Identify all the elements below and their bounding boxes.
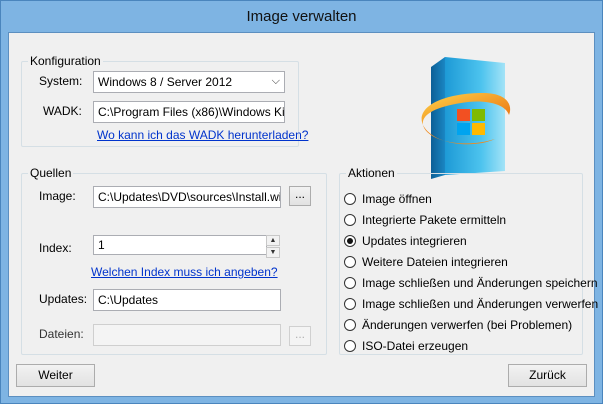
updates-path-field[interactable]: C:\Updates [93, 289, 281, 311]
action-option-label: ISO-Datei erzeugen [362, 339, 469, 353]
radio-empty-icon[interactable] [344, 340, 356, 352]
windows-box-logo [421, 57, 511, 179]
next-button[interactable]: Weiter [16, 364, 95, 387]
radio-empty-icon[interactable] [344, 256, 356, 268]
image-path-field[interactable]: C:\Updates\DVD\sources\Install.wim [93, 186, 281, 208]
radio-selected-icon[interactable] [344, 235, 356, 247]
config-legend: Konfiguration [28, 54, 103, 68]
action-option-label: Image schließen und Änderungen speichern [362, 276, 598, 290]
window-title: Image verwalten [246, 8, 357, 25]
index-field[interactable]: 1 [93, 235, 267, 255]
radio-empty-icon[interactable] [344, 319, 356, 331]
files-browse-button: ... [289, 326, 311, 346]
titlebar[interactable]: Image verwalten [1, 1, 602, 33]
chevron-down-icon: ⌵ [271, 75, 280, 87]
action-option-label: Image öffnen [362, 192, 432, 206]
updates-label: Updates: [39, 292, 88, 306]
action-option-label: Änderungen verwerfen (bei Problemen) [362, 318, 573, 332]
files-label: Dateien: [39, 327, 84, 341]
index-help-link[interactable]: Welchen Index muss ich angeben? [91, 265, 278, 279]
radio-empty-icon[interactable] [344, 277, 356, 289]
index-spinner[interactable]: ▲ ▼ [266, 235, 280, 258]
wadk-field[interactable]: C:\Program Files (x86)\Windows Kits [93, 101, 285, 123]
radio-empty-icon[interactable] [344, 214, 356, 226]
wadk-download-link[interactable]: Wo kann ich das WADK herunterladen? [97, 128, 308, 142]
actions-group: Aktionen Image öffnen Integrierte Pakete … [339, 166, 598, 355]
triangle-up-icon[interactable]: ▲ [266, 235, 280, 246]
action-option-label: Image schließen und Änderungen verwerfen [362, 297, 599, 311]
client-area: Konfiguration System: Windows 8 / Server… [8, 32, 598, 397]
triangle-down-icon[interactable]: ▼ [266, 247, 280, 258]
sources-legend: Quellen [28, 166, 74, 180]
radio-empty-icon[interactable] [344, 193, 356, 205]
image-label: Image: [39, 189, 76, 203]
system-select[interactable]: Windows 8 / Server 2012 ⌵ [93, 71, 285, 93]
action-option-label: Integrierte Pakete ermitteln [362, 213, 507, 227]
action-option-label: Updates integrieren [362, 234, 467, 248]
radio-empty-icon[interactable] [344, 298, 356, 310]
actions-legend: Aktionen [346, 166, 397, 180]
files-path-field [93, 324, 281, 346]
image-browse-button[interactable]: ... [289, 186, 311, 206]
index-label: Index: [39, 241, 72, 255]
action-option-label: Weitere Dateien integrieren [362, 255, 508, 269]
wadk-label: WADK: [43, 104, 82, 118]
system-value: Windows 8 / Server 2012 [98, 75, 233, 89]
system-label: System: [39, 74, 83, 88]
back-button[interactable]: Zurück [508, 364, 587, 387]
window: Image verwalten Konfiguration System: Wi… [0, 0, 603, 404]
